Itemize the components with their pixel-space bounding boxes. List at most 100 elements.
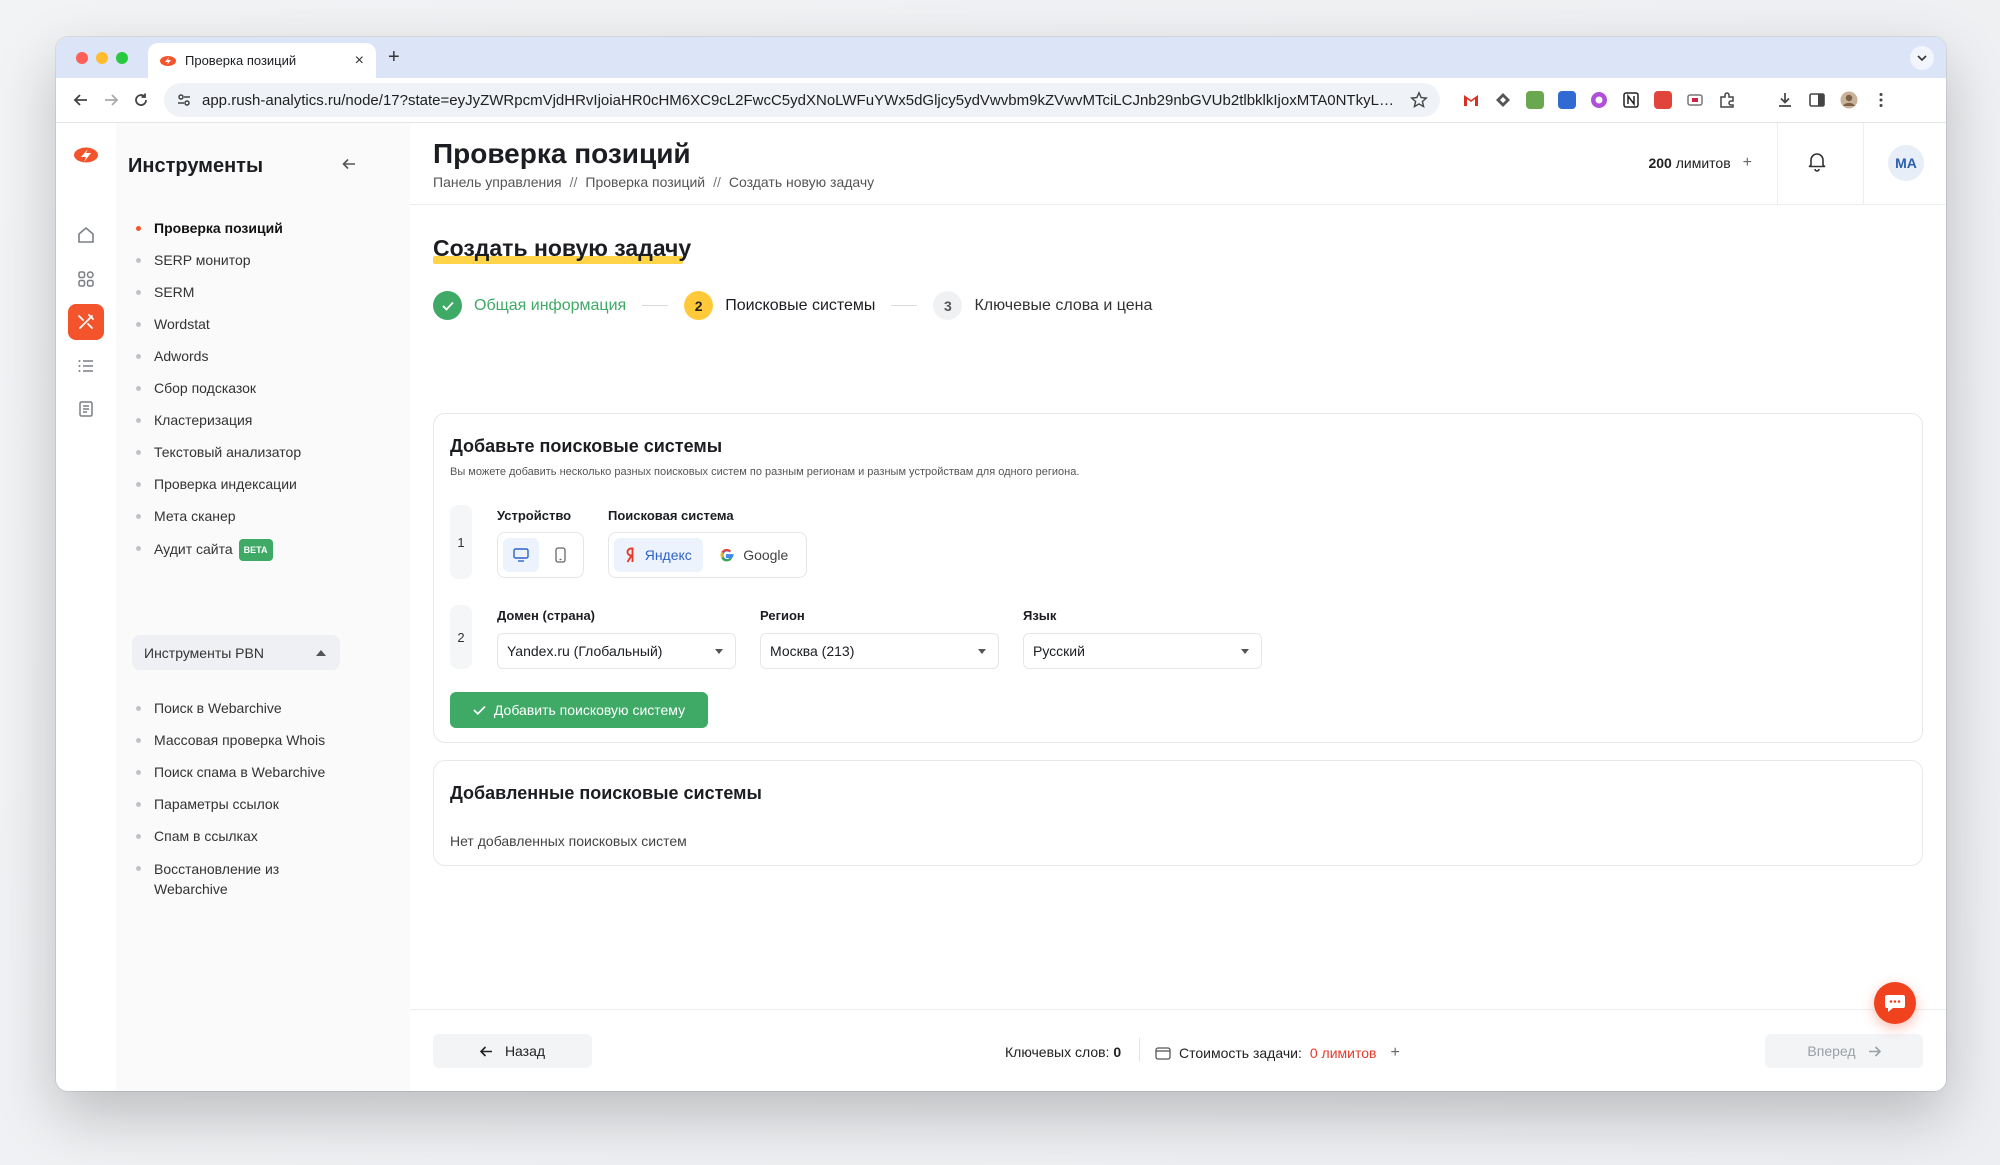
cost-value: 0 лимитов: [1309, 1045, 1377, 1061]
empty-state-text: Нет добавленных поисковых систем: [450, 833, 687, 849]
bell-icon[interactable]: [1805, 149, 1829, 173]
sidebar-item-serm[interactable]: SERM: [132, 283, 362, 301]
sidebar-item-indexing[interactable]: Проверка индексации: [132, 475, 362, 493]
breadcrumb-positions[interactable]: Проверка позиций: [585, 174, 705, 190]
side-panel-icon[interactable]: [1808, 91, 1826, 109]
engine-yandex-label: Яндекс: [644, 547, 692, 563]
red-extension-icon[interactable]: [1654, 91, 1672, 109]
forward-arrow-icon: [105, 94, 119, 106]
tab-close-icon[interactable]: ×: [355, 52, 364, 70]
browser-window: Проверка позиций × + app.rush-analytics.…: [56, 37, 1946, 1091]
sidebar-item-whois[interactable]: Массовая проверка Whois: [132, 731, 362, 749]
section-title: Создать новую задачу: [433, 235, 692, 261]
tab-search-button[interactable]: [1910, 46, 1934, 70]
maximize-window-button[interactable]: [116, 52, 128, 64]
language-select[interactable]: Русский: [1023, 633, 1262, 669]
pbn-toggle-label: Инструменты PBN: [144, 644, 264, 661]
step-keywords-price[interactable]: 3 Ключевые слова и цена: [933, 291, 1152, 320]
forward-button[interactable]: Вперед: [1765, 1034, 1923, 1068]
card-subtitle: Вы можете добавить несколько разных поис…: [450, 466, 1080, 478]
cost-label: Стоимость задачи:: [1179, 1045, 1302, 1061]
sidebar-item-site-audit[interactable]: Аудит сайта BETA: [132, 539, 362, 561]
header-divider: [1863, 123, 1864, 204]
rail-tools-button[interactable]: [68, 304, 104, 340]
new-tab-button[interactable]: +: [388, 46, 400, 69]
header-divider: [1777, 123, 1778, 204]
minimize-window-button[interactable]: [96, 52, 108, 64]
add-limits-button[interactable]: +: [1743, 154, 1752, 172]
yandex-icon: [626, 547, 634, 563]
profile-avatar-icon[interactable]: [1840, 91, 1858, 109]
user-avatar[interactable]: MA: [1888, 145, 1924, 181]
back-button[interactable]: Назад: [433, 1034, 592, 1068]
engine-selector: Яндекс Google: [608, 532, 807, 578]
step-connector: [891, 305, 918, 306]
domain-label: Домен (страна): [497, 608, 596, 623]
step-label: Общая информация: [474, 296, 627, 314]
rail-list-button[interactable]: [68, 348, 104, 384]
browser-tab[interactable]: Проверка позиций ×: [148, 43, 376, 78]
sidebar-item-link-params[interactable]: Параметры ссылок: [132, 795, 362, 813]
sidebar-item-meta-scanner[interactable]: Мета сканер: [132, 507, 362, 525]
sidebar-item-link-spam[interactable]: Спам в ссылках: [132, 827, 362, 845]
green-extension-icon[interactable]: [1526, 91, 1544, 109]
download-icon[interactable]: [1776, 91, 1794, 109]
device-selector: [497, 532, 584, 578]
sidebar-item-clustering[interactable]: Кластеризация: [132, 411, 362, 429]
breadcrumb: Панель управления // Проверка позиций //…: [433, 174, 874, 190]
sidebar-item-webarchive-search[interactable]: Поиск в Webarchive: [132, 699, 362, 717]
wizard-footer: Назад Ключевых слов: 0 Стоимость задачи:…: [410, 1009, 1946, 1091]
sidebar-item-suggestions[interactable]: Сбор подсказок: [132, 379, 362, 397]
rail-reports-button[interactable]: [68, 391, 104, 427]
sidebar-item-positions[interactable]: Проверка позиций: [132, 219, 362, 237]
site-settings-icon[interactable]: [176, 92, 192, 108]
cast-extension-icon[interactable]: [1686, 91, 1704, 109]
gmail-extension-icon[interactable]: [1462, 91, 1480, 109]
address-bar: app.rush-analytics.ru/node/17?state=eyJy…: [56, 78, 1946, 123]
device-mobile-button[interactable]: [543, 538, 579, 572]
forward-nav-button[interactable]: [96, 85, 126, 115]
tab-bar: Проверка позиций × +: [56, 37, 1946, 78]
reload-button[interactable]: [126, 85, 156, 115]
url-omnibox[interactable]: app.rush-analytics.ru/node/17?state=eyJy…: [164, 83, 1440, 117]
rush-logo[interactable]: [66, 141, 106, 171]
rail-home-button[interactable]: [68, 217, 104, 253]
region-select[interactable]: Москва (213): [760, 633, 999, 669]
back-label: Назад: [504, 1043, 546, 1059]
breadcrumb-dashboard[interactable]: Панель управления: [433, 174, 562, 190]
sidebar-item-adwords[interactable]: Adwords: [132, 347, 362, 365]
chat-support-button[interactable]: [1874, 982, 1916, 1024]
arrow-left-icon: [479, 1045, 492, 1057]
blue-extension-icon[interactable]: [1558, 91, 1576, 109]
add-engines-card: Добавьте поисковые системы Вы можете доб…: [433, 413, 1923, 743]
device-desktop-button[interactable]: [503, 538, 539, 572]
rail-dashboard-button[interactable]: [68, 261, 104, 297]
collapse-sidebar-button[interactable]: [342, 157, 356, 174]
url-text[interactable]: app.rush-analytics.ru/node/17?state=eyJy…: [202, 92, 1400, 109]
puzzle-extensions-icon[interactable]: [1718, 91, 1736, 109]
pbn-tools-toggle[interactable]: Инструменты PBN: [132, 635, 340, 670]
back-nav-button[interactable]: [66, 85, 96, 115]
purple-extension-icon[interactable]: [1590, 91, 1608, 109]
sidebar-item-webarchive-spam[interactable]: Поиск спама в Webarchive: [132, 763, 362, 781]
engine-google-button[interactable]: Google: [707, 538, 801, 572]
step-general-info[interactable]: Общая информация: [433, 291, 626, 320]
add-search-engine-button[interactable]: Добавить поисковую систему: [450, 692, 708, 728]
step-search-engines[interactable]: 2 Поисковые системы: [684, 291, 875, 320]
add-limits-button[interactable]: +: [1390, 1044, 1399, 1062]
google-icon: [720, 548, 734, 562]
sidebar-item-webarchive-restore[interactable]: Восстановление из Webarchive: [132, 859, 282, 899]
sidebar-item-serp-monitor[interactable]: SERP монитор: [132, 251, 362, 269]
document-icon: [79, 401, 93, 417]
app-root: Инструменты Проверка позиций SERP монито…: [56, 123, 1946, 1091]
sidebar-item-wordstat[interactable]: Wordstat: [132, 315, 362, 333]
close-window-button[interactable]: [76, 52, 88, 64]
engine-yandex-button[interactable]: Яндекс: [614, 538, 703, 572]
kebab-menu-icon[interactable]: [1872, 91, 1890, 109]
diamond-extension-icon[interactable]: [1494, 91, 1512, 109]
notion-extension-icon[interactable]: [1622, 91, 1640, 109]
domain-value: Yandex.ru (Глобальный): [507, 643, 663, 659]
sidebar-item-text-analyzer[interactable]: Текстовый анализатор: [132, 443, 362, 461]
domain-select[interactable]: Yandex.ru (Глобальный): [497, 633, 736, 669]
star-icon[interactable]: [1410, 91, 1428, 109]
